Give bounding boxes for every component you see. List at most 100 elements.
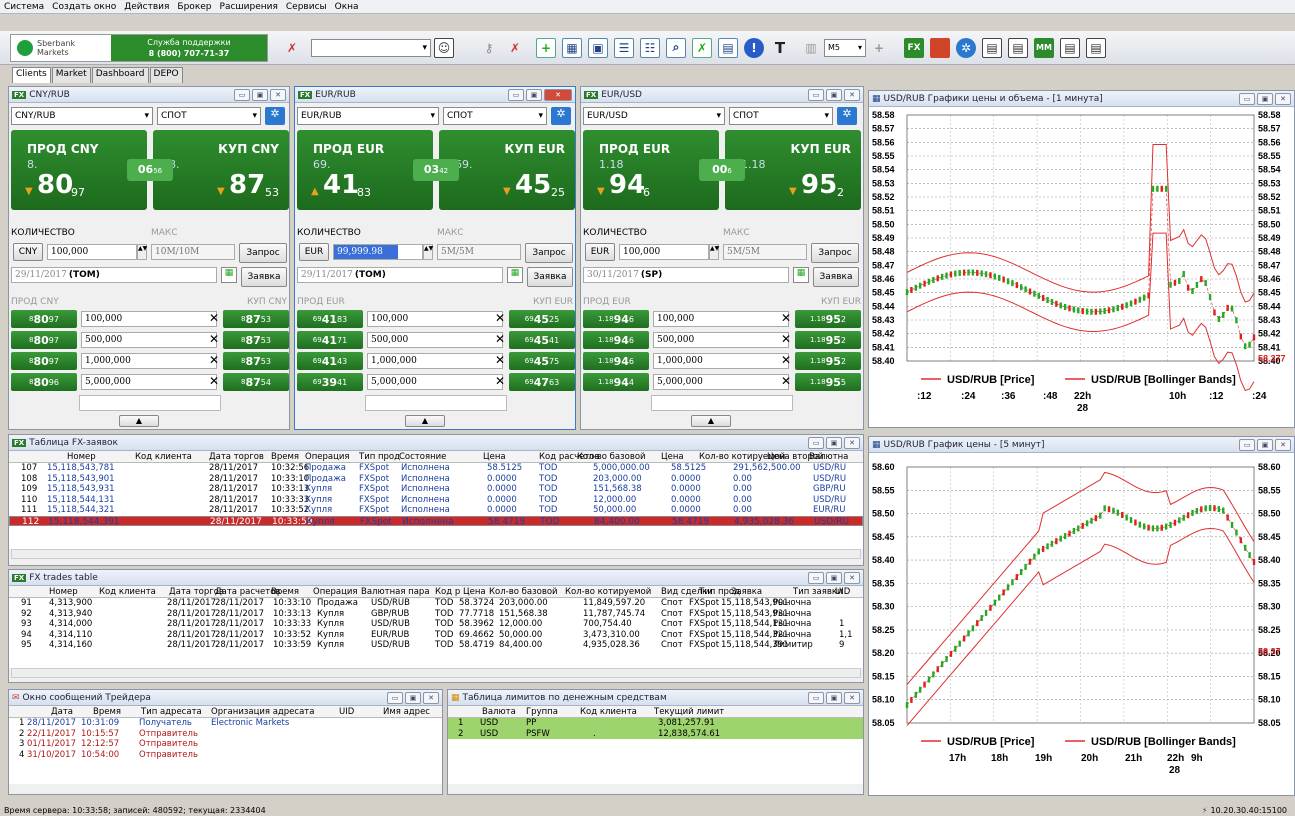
maximize-icon[interactable]: ▣	[1257, 92, 1273, 105]
clear-icon[interactable]: ✕	[781, 311, 791, 325]
column-header[interactable]: Валютная пара	[361, 587, 430, 597]
calendar-icon[interactable]: ▦	[507, 267, 523, 283]
list-icon[interactable]: ☷	[640, 37, 660, 58]
chart-icon[interactable]: ▦	[562, 37, 582, 58]
column-header[interactable]: Группа	[526, 707, 558, 717]
ladder-sell-button[interactable]: 1.18 94 6	[583, 352, 649, 370]
alert-icon[interactable]: !	[744, 37, 764, 58]
book-icon[interactable]	[930, 37, 950, 58]
key-cancel-icon[interactable]: ✗	[505, 38, 525, 58]
menu-item[interactable]: Окна	[331, 0, 363, 22]
clear-icon[interactable]: ✕	[209, 311, 219, 325]
close-icon[interactable]: ✕	[270, 88, 286, 101]
price-chart-1min[interactable]: 58.58 58.58 58.57 58.57 58.56 58.56 58.55 58.55…	[869, 107, 1295, 427]
currency-button[interactable]: EUR	[585, 243, 615, 261]
date-field[interactable]: 30/11/2017 (SP)	[583, 267, 789, 283]
table-row[interactable]: 108 15,118,543,901 28/11/2017 10:33:10 Прода…	[9, 474, 863, 485]
column-header[interactable]: Кол-во базовой	[577, 452, 646, 462]
ladder-amount-input[interactable]: 100,000	[367, 311, 503, 327]
maximize-icon[interactable]: ▣	[405, 691, 421, 704]
clear-icon[interactable]: ✕	[781, 353, 791, 367]
column-header[interactable]: Тип прод	[359, 452, 400, 462]
menu-item[interactable]: Сервисы	[282, 0, 331, 22]
request-button[interactable]: Запрос	[239, 243, 287, 263]
table-row[interactable]: 91 4,313,900 28/11/2017 28/11/2017 10:33:10 П…	[9, 598, 863, 609]
close-icon[interactable]: ✕	[1275, 438, 1291, 451]
maximize-icon[interactable]: ▣	[1257, 438, 1273, 451]
clear-icon[interactable]: ✕	[495, 311, 505, 325]
column-header[interactable]: Организация адресата	[211, 707, 314, 717]
column-header[interactable]: Номер	[49, 587, 78, 597]
ladder-buy-button[interactable]: 69 45 25	[509, 310, 575, 328]
maximize-icon[interactable]: ▣	[526, 88, 542, 101]
ladder-sell-button[interactable]: 1.18 94 4	[583, 373, 649, 391]
table-row[interactable]: 95 4,314,160 28/11/2017 28/11/2017 10:33:59 К…	[9, 640, 863, 651]
order-button[interactable]: Заявка	[527, 267, 573, 287]
ladder-buy-button[interactable]: 69 47 63	[509, 373, 575, 391]
ladder-sell-button[interactable]: 69 41 43	[297, 352, 363, 370]
price-chart-5min[interactable]: 58.60 58.60 58.55 58.55 58.50 58.50 58.45 58.45…	[869, 453, 1295, 795]
currency-button[interactable]: EUR	[299, 243, 329, 261]
column-header[interactable]: Время	[271, 452, 299, 462]
table-row[interactable]: 112 15,118,544,391 28/11/2017 10:33:59 Купля…	[9, 515, 863, 527]
table-row[interactable]: 94 4,314,110 28/11/2017 28/11/2017 10:33:52 К…	[9, 630, 863, 641]
quantity-stepper[interactable]: ▲▼	[423, 244, 433, 260]
mm-button[interactable]: MM	[1034, 37, 1054, 58]
ladder-amount-input[interactable]: 100,000	[653, 311, 789, 327]
horizontal-scrollbar[interactable]	[11, 668, 861, 678]
buy-button[interactable]: КУП EUR 69. ▼ 45 25	[439, 130, 575, 210]
collapse-button[interactable]: ▲	[405, 415, 445, 427]
doc-icon[interactable]: ▤	[718, 37, 738, 58]
custom-amount-input[interactable]	[365, 395, 507, 411]
window-icon[interactable]: ▣	[588, 37, 608, 58]
table-row[interactable]: 3 01/11/2017 12:12:57 Отправитель	[9, 739, 442, 750]
close-icon[interactable]: ✕	[423, 691, 439, 704]
column-header[interactable]: Цена	[463, 587, 486, 597]
clear-icon[interactable]: ✕	[495, 332, 505, 346]
table-row[interactable]: 92 4,313,940 28/11/2017 28/11/2017 10:33:13 К…	[9, 609, 863, 620]
collapse-button[interactable]: ▲	[691, 415, 731, 427]
custom-amount-input[interactable]	[79, 395, 221, 411]
table-row[interactable]: 110 15,118,544,131 28/11/2017 10:33:33 Купля…	[9, 495, 863, 506]
collapse-button[interactable]: ▲	[119, 415, 159, 427]
ladder-sell-button[interactable]: 8 80 96	[11, 373, 77, 391]
mode-select[interactable]: СПОТ ▾	[443, 107, 547, 125]
ladder-sell-button[interactable]: 8 80 97	[11, 352, 77, 370]
ladder-sell-button[interactable]: 8 80 97	[11, 310, 77, 328]
ladder-amount-input[interactable]: 5,000,000	[367, 374, 503, 390]
request-button[interactable]: Запрос	[525, 243, 573, 263]
ladder-sell-button[interactable]: 69 39 41	[297, 373, 363, 391]
quantity-input[interactable]: 99,999.98	[333, 244, 423, 260]
tab-clients[interactable]: Clients	[12, 67, 51, 83]
menu-item[interactable]: Действия	[120, 0, 173, 22]
column-header[interactable]: Кол-во котируемой	[565, 587, 651, 597]
ladder-buy-button[interactable]: 8 87 53	[223, 352, 289, 370]
column-header[interactable]: Тип адресата	[141, 707, 202, 717]
ladder-buy-button[interactable]: 1.18 95 5	[795, 373, 861, 391]
column-header[interactable]: Номер	[67, 452, 96, 462]
minimize-icon[interactable]: ▭	[234, 88, 250, 101]
minimize-icon[interactable]: ▭	[808, 88, 824, 101]
new-window-icon[interactable]: +	[536, 37, 556, 58]
text-icon[interactable]: T	[770, 38, 790, 58]
table-row[interactable]: 109 15,118,543,931 28/11/2017 10:33:13 Купля…	[9, 484, 863, 495]
clear-icon[interactable]: ✕	[495, 374, 505, 388]
clear-icon[interactable]: ✕	[209, 332, 219, 346]
ladder-buy-button[interactable]: 8 87 53	[223, 331, 289, 349]
ladder-amount-input[interactable]: 1,000,000	[653, 353, 789, 369]
column-header[interactable]: Дата торгов	[209, 452, 264, 462]
minimize-icon[interactable]: ▭	[808, 436, 824, 449]
menu-item[interactable]: Брокер	[173, 0, 215, 22]
ladder-sell-button[interactable]: 69 41 71	[297, 331, 363, 349]
key-icon[interactable]: ⚷	[479, 38, 499, 58]
fx-button[interactable]: FX	[904, 37, 924, 58]
table-row[interactable]: 93 4,314,000 28/11/2017 28/11/2017 10:33:33 К…	[9, 619, 863, 630]
delete-table-icon[interactable]: ✗	[692, 37, 712, 58]
ladder-amount-input[interactable]: 500,000	[653, 332, 789, 348]
table-row[interactable]: 107 15,118,543,781 28/11/2017 10:32:56 Прода…	[9, 463, 863, 474]
ladder-amount-input[interactable]: 100,000	[81, 311, 217, 327]
custom-amount-input[interactable]	[651, 395, 793, 411]
report-icon-2[interactable]: ▤	[1008, 37, 1028, 58]
column-header[interactable]: Кол-во базовой	[489, 587, 558, 597]
minimize-icon[interactable]: ▭	[1239, 438, 1255, 451]
